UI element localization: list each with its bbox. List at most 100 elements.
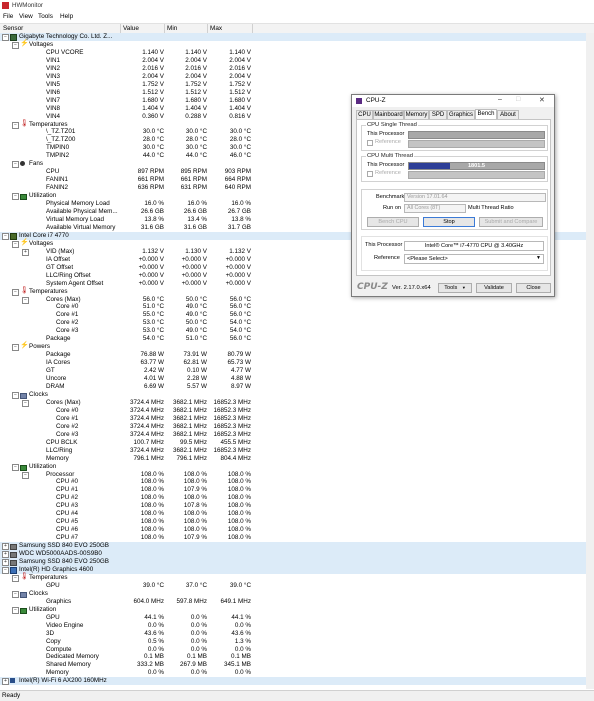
sensor-row[interactable]: VIN1 2.004 V 2.004 V 2.004 V <box>0 57 594 65</box>
column-min[interactable]: Min <box>167 25 177 32</box>
category-row[interactable]: − ⚡ Voltages <box>0 40 594 49</box>
reference-select[interactable]: <Please Select> <box>404 254 544 264</box>
collapse-icon[interactable]: − <box>2 566 9 574</box>
menu-view[interactable]: View <box>19 13 33 20</box>
close-button[interactable]: Close <box>516 283 551 293</box>
menu-file[interactable]: File <box>3 13 13 20</box>
sensor-row[interactable]: GPU 44.1 % 0.0 % 44.1 % <box>0 614 594 622</box>
sensor-row[interactable]: Video Engine 0.0 % 0.0 % 0.0 % <box>0 622 594 630</box>
sensor-row[interactable]: CPU #0 108.0 % 108.0 % 108.0 % <box>0 478 594 486</box>
sensor-row[interactable]: Shared Memory 333.2 MB 267.9 MB 345.1 MB <box>0 661 594 669</box>
device-row[interactable]: − Gigabyte Technology Co. Ltd. Z... <box>0 33 594 41</box>
sensor-row[interactable]: Uncore 4.01 W 2.28 W 4.88 W <box>0 375 594 383</box>
sensor-row[interactable]: Core #1 55.0 °C 49.0 °C 56.0 °C <box>0 311 594 319</box>
sensor-row[interactable]: Memory 0.0 % 0.0 % 0.0 % <box>0 669 594 677</box>
submit-compare-button[interactable]: Submit and Compare <box>479 217 543 227</box>
sensor-row[interactable]: CPU #4 108.0 % 108.0 % 108.0 % <box>0 510 594 518</box>
collapse-icon[interactable]: − <box>12 41 19 49</box>
sensor-row[interactable]: CPU #7 108.0 % 107.9 % 108.0 % <box>0 534 594 542</box>
sensor-row[interactable]: LLC/Ring 3724.4 MHz 3682.1 MHz 16852.3 MHz <box>0 447 594 455</box>
reference-dropdown-icon[interactable]: ▼ <box>536 255 541 261</box>
tools-button[interactable]: Tools ▼ <box>438 283 472 293</box>
expand-icon[interactable]: + <box>2 551 9 559</box>
sensor-row[interactable]: CPU #6 108.0 % 108.0 % 108.0 % <box>0 526 594 534</box>
menu-help[interactable]: Help <box>60 13 73 20</box>
maximize-icon[interactable]: □ <box>516 96 520 103</box>
run-on-select[interactable]: All Cores (8T) <box>404 204 466 213</box>
sensor-row[interactable]: GPU 39.0 °C 37.0 °C 39.0 °C <box>0 582 594 590</box>
menu-tools[interactable]: Tools <box>38 13 53 20</box>
collapse-icon[interactable]: − <box>12 240 19 248</box>
device-row[interactable]: + Samsung SSD 840 EVO 250GB <box>0 542 594 551</box>
collapse-icon[interactable]: − <box>12 606 19 614</box>
sensor-row[interactable]: 3D 43.6 % 0.0 % 43.6 % <box>0 630 594 638</box>
expand-icon[interactable]: + <box>22 248 29 256</box>
column-max[interactable]: Max <box>210 25 222 32</box>
validate-button[interactable]: Validate <box>476 283 512 293</box>
multi-reference-checkbox[interactable] <box>367 171 373 177</box>
collapse-icon[interactable]: − <box>2 232 9 240</box>
category-row[interactable]: − ⚡ Powers <box>0 342 594 352</box>
expand-icon[interactable]: + <box>2 678 9 686</box>
sensor-row[interactable]: VIN3 2.004 V 2.004 V 2.004 V <box>0 73 594 81</box>
collapse-icon[interactable]: − <box>22 296 29 304</box>
collapse-icon[interactable]: − <box>12 574 19 582</box>
category-row[interactable]: − 🌡 Temperatures <box>0 573 594 582</box>
sensor-row[interactable]: VIN2 2.016 V 2.016 V 2.016 V <box>0 65 594 73</box>
stop-button[interactable]: Stop <box>423 217 475 227</box>
sensor-row[interactable]: − Cores (Max) 3724.4 MHz 3682.1 MHz 16852.3 … <box>0 399 594 407</box>
sensor-row[interactable]: Core #1 3724.4 MHz 3682.1 MHz 16852.3 MHz <box>0 415 594 423</box>
expand-icon[interactable]: + <box>2 559 9 567</box>
device-row[interactable]: − Intel(R) HD Graphics 4600 <box>0 565 594 574</box>
collapse-icon[interactable]: − <box>12 288 19 296</box>
collapse-icon[interactable]: − <box>12 161 19 169</box>
sensor-row[interactable]: CPU #1 108.0 % 107.9 % 108.0 % <box>0 486 594 494</box>
sensor-row[interactable]: Core #3 53.0 °C 49.0 °C 54.0 °C <box>0 327 594 335</box>
sensor-row[interactable]: Package 76.88 W 73.91 W 80.79 W <box>0 351 594 359</box>
sensor-row[interactable]: CPU #3 108.0 % 107.8 % 108.0 % <box>0 502 594 510</box>
sensor-row[interactable]: VIN5 1.752 V 1.752 V 1.752 V <box>0 81 594 89</box>
expand-icon[interactable]: + <box>2 543 9 551</box>
sensor-row[interactable]: Package 54.0 °C 51.0 °C 56.0 °C <box>0 335 594 343</box>
benchmark-select[interactable]: Version 17.01.64 <box>404 193 546 202</box>
vertical-scrollbar[interactable] <box>586 33 594 689</box>
sensor-row[interactable]: − Processor 108.0 % 108.0 % 108.0 % <box>0 471 594 479</box>
category-row[interactable]: − Clocks <box>0 590 594 598</box>
category-row[interactable]: − Clocks <box>0 391 594 399</box>
single-reference-checkbox[interactable] <box>367 140 373 146</box>
sensor-row[interactable]: Memory 796.1 MHz 796.1 MHz 804.4 MHz <box>0 455 594 463</box>
collapse-icon[interactable]: − <box>12 463 19 471</box>
sensor-row[interactable]: Graphics 604.0 MHz 597.8 MHz 649.1 MHz <box>0 598 594 606</box>
sensor-row[interactable]: GT 2.42 W 0.10 W 4.77 W <box>0 367 594 375</box>
collapse-icon[interactable]: − <box>22 399 29 407</box>
category-row[interactable]: − Utilization <box>0 463 594 471</box>
column-value[interactable]: Value <box>123 25 139 32</box>
collapse-icon[interactable]: − <box>12 590 19 598</box>
collapse-icon[interactable]: − <box>12 391 19 399</box>
sensor-row[interactable]: Core #3 3724.4 MHz 3682.1 MHz 16852.3 MHz <box>0 431 594 439</box>
collapse-icon[interactable]: − <box>12 193 19 201</box>
collapse-icon[interactable]: − <box>22 471 29 479</box>
sensor-row[interactable]: Core #2 3724.4 MHz 3682.1 MHz 16852.3 MHz <box>0 423 594 431</box>
device-row[interactable]: + Intel(R) Wi-Fi 6 AX200 160MHz <box>0 677 594 686</box>
sensor-row[interactable]: Copy 0.5 % 0.0 % 1.3 % <box>0 638 594 646</box>
sensor-row[interactable]: Core #0 51.0 °C 49.0 °C 56.0 °C <box>0 303 594 311</box>
sensor-row[interactable]: CPU #2 108.0 % 108.0 % 108.0 % <box>0 494 594 502</box>
sensor-row[interactable]: IA Cores 63.77 W 62.81 W 65.73 W <box>0 359 594 367</box>
device-row[interactable]: + Samsung SSD 840 EVO 250GB <box>0 558 594 567</box>
bench-cpu-button[interactable]: Bench CPU <box>367 217 419 227</box>
sensor-row[interactable]: CPU #5 108.0 % 108.0 % 108.0 % <box>0 518 594 526</box>
sensor-row[interactable]: CPU BCLK 100.7 MHz 99.5 MHz 455.5 MHz <box>0 439 594 447</box>
device-row[interactable]: + WDC WD5000AADS-00S9B0 <box>0 550 594 559</box>
sensor-row[interactable]: Dedicated Memory 0.1 MB 0.1 MB 0.1 MB <box>0 653 594 661</box>
sensor-row[interactable]: Core #0 3724.4 MHz 3682.1 MHz 16852.3 MHz <box>0 407 594 415</box>
sensor-row[interactable]: CPU VCORE 1.140 V 1.140 V 1.140 V <box>0 49 594 57</box>
category-row[interactable]: − Utilization <box>0 606 594 614</box>
collapse-icon[interactable]: − <box>12 344 19 352</box>
minimize-icon[interactable]: – <box>498 96 502 103</box>
close-icon[interactable]: ✕ <box>539 96 545 104</box>
sensor-row[interactable]: Compute 0.0 % 0.0 % 0.0 % <box>0 646 594 654</box>
collapse-icon[interactable]: − <box>12 121 19 129</box>
collapse-icon[interactable]: − <box>2 34 9 41</box>
sensor-row[interactable]: DRAM 6.69 W 5.57 W 8.97 W <box>0 383 594 391</box>
